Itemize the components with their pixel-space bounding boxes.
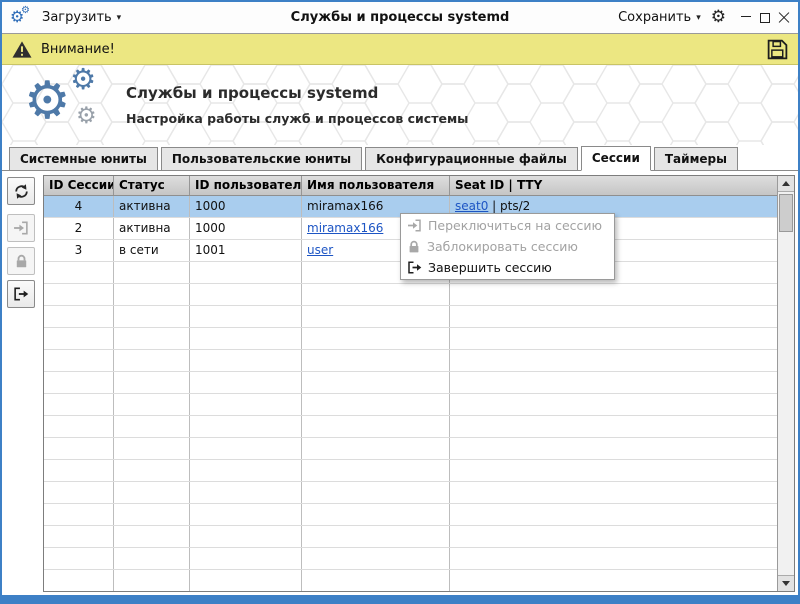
session-toolbar (7, 175, 43, 313)
user-name-link[interactable]: user (307, 243, 333, 257)
table-header-row: ID Сессии Статус ID пользователя Имя пол… (44, 176, 777, 196)
table-row-empty[interactable] (44, 548, 777, 570)
warning-bar: Внимание! (2, 34, 798, 65)
titlebar-left: ⚙ ⚙ Загрузить ▾ (10, 4, 200, 28)
app-window: ⚙ ⚙ Загрузить ▾ Службы и процессы systemd… (0, 0, 800, 604)
scroll-up-button[interactable] (778, 176, 794, 192)
switch-session-button[interactable] (7, 214, 35, 242)
cell-session-id: 4 (44, 196, 114, 217)
context-menu-item-end-session[interactable]: Завершить сессию (401, 257, 614, 278)
lock-session-button[interactable] (7, 247, 35, 275)
seat-link[interactable]: seat0 (455, 199, 488, 213)
table-row-empty[interactable] (44, 394, 777, 416)
minimize-button[interactable] (740, 12, 752, 24)
context-menu-item-label: Переключиться на сессию (428, 218, 603, 233)
refresh-icon (14, 183, 28, 199)
col-header-status[interactable]: Статус (114, 176, 190, 195)
vertical-scrollbar[interactable] (777, 176, 794, 591)
context-menu-item-switch-session[interactable]: Переключиться на сессию (401, 215, 614, 236)
switch-session-icon (14, 221, 28, 235)
table-row-empty[interactable] (44, 328, 777, 350)
tab-sessions[interactable]: Сессии (580, 146, 651, 171)
context-menu-item-label: Заблокировать сессию (427, 239, 578, 254)
refresh-button[interactable] (7, 177, 35, 205)
cell-status: в сети (114, 240, 190, 261)
table-row-empty[interactable] (44, 526, 777, 548)
tab-config-files[interactable]: Конфигурационные файлы (365, 147, 578, 170)
col-header-user-id[interactable]: ID пользователя (190, 176, 302, 195)
close-button[interactable] (778, 12, 790, 24)
table-row-empty[interactable] (44, 306, 777, 328)
table-row-empty[interactable] (44, 460, 777, 482)
page-title: Службы и процессы systemd (126, 84, 379, 102)
triangle-down-icon (782, 581, 790, 586)
lock-icon (16, 254, 26, 267)
end-session-button[interactable] (7, 280, 35, 308)
scrollbar-thumb[interactable] (779, 194, 793, 232)
col-header-session-id[interactable]: ID Сессии (44, 176, 114, 195)
table-row-empty[interactable] (44, 416, 777, 438)
table-row-empty[interactable] (44, 504, 777, 526)
table-row-empty[interactable] (44, 570, 777, 591)
tab-system-units[interactable]: Системные юниты (9, 147, 158, 170)
window-title: Службы и процессы systemd (290, 10, 510, 25)
table-row-empty[interactable] (44, 482, 777, 504)
table-row-empty[interactable] (44, 372, 777, 394)
tab-user-units[interactable]: Пользовательские юниты (160, 147, 363, 170)
table-row-empty[interactable] (44, 350, 777, 372)
cell-session-id: 2 (44, 218, 114, 239)
page-subtitle: Настройка работы служб и процессов систе… (126, 111, 469, 126)
chevron-down-icon: ▾ (696, 12, 701, 23)
table-row-empty[interactable] (44, 284, 777, 306)
switch-session-icon (408, 219, 421, 232)
cell-status: активна (114, 218, 190, 239)
floppy-save-icon[interactable] (766, 38, 789, 61)
logout-icon (14, 287, 29, 301)
scroll-down-button[interactable] (778, 575, 794, 591)
triangle-up-icon (782, 181, 790, 186)
chevron-down-icon: ▾ (116, 12, 122, 23)
warning-text: Внимание! (41, 41, 115, 57)
warning-triangle-icon (12, 40, 32, 58)
save-menu-label: Сохранить (618, 10, 692, 25)
cell-session-id: 3 (44, 240, 114, 261)
table-row-empty[interactable] (44, 438, 777, 460)
tab-bar: Системные юниты Пользовательские юниты К… (2, 145, 798, 171)
load-menu-label: Загрузить (42, 10, 112, 25)
settings-gear-icon[interactable]: ⚙ (711, 9, 726, 26)
cell-status: активна (114, 196, 190, 217)
app-logo-gears-icon: ⚙ ⚙ ⚙ (24, 65, 97, 131)
cell-user-id: 1000 (190, 218, 302, 239)
cell-user-id: 1001 (190, 240, 302, 261)
lock-icon (409, 240, 419, 252)
context-menu-item-label: Завершить сессию (428, 260, 552, 275)
app-gears-icon: ⚙ ⚙ (10, 4, 30, 26)
end-session-icon (408, 261, 422, 274)
session-context-menu: Переключиться на сессию Заблокировать се… (400, 213, 616, 280)
load-menu-button[interactable]: Загрузить ▾ (42, 10, 121, 25)
tty-text: | pts/2 (488, 199, 531, 213)
titlebar: ⚙ ⚙ Загрузить ▾ Службы и процессы systemd… (2, 2, 798, 34)
col-header-user-name[interactable]: Имя пользователя (302, 176, 450, 195)
context-menu-item-lock-session[interactable]: Заблокировать сессию (401, 236, 614, 257)
col-header-seat-tty[interactable]: Seat ID | TTY (450, 176, 777, 195)
user-name-link[interactable]: miramax166 (307, 221, 383, 235)
page-header: ⚙ ⚙ ⚙ Службы и процессы systemd Настройка … (2, 65, 798, 145)
titlebar-right: Сохранить ▾ ⚙ (600, 9, 790, 26)
tab-timers[interactable]: Таймеры (653, 147, 738, 170)
window-controls (740, 12, 790, 24)
cell-user-id: 1000 (190, 196, 302, 217)
maximize-button[interactable] (759, 12, 771, 24)
save-menu-button[interactable]: Сохранить ▾ (618, 10, 701, 25)
